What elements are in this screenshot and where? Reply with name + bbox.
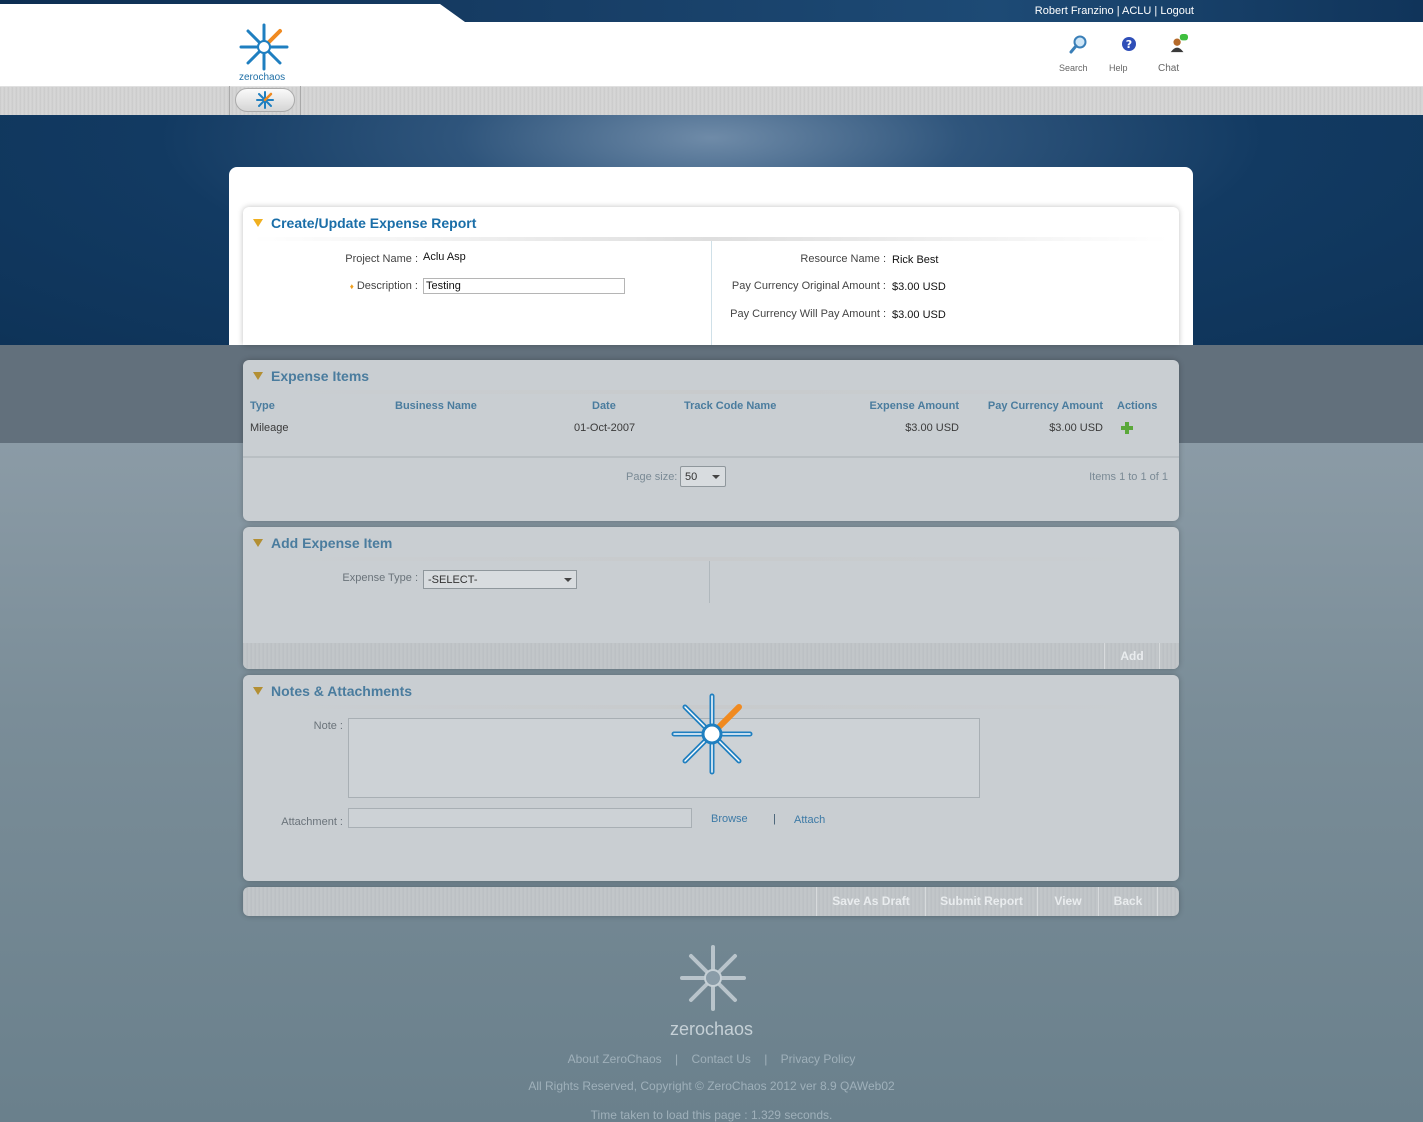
page-size-select[interactable]: 50	[680, 466, 726, 487]
search-label: Search	[1059, 63, 1088, 73]
report-panel: Create/Update Expense Report Project Nam…	[243, 207, 1179, 345]
help-button[interactable]: ? Help	[1109, 34, 1149, 73]
chat-icon	[1170, 34, 1188, 53]
loading-spinner	[668, 690, 756, 778]
footer-copyright: All Rights Reserved, Copyright © ZeroCha…	[528, 1079, 895, 1093]
user-links: Robert Franzino | ACLU | Logout	[1034, 5, 1194, 17]
user-name-link[interactable]: Robert Franzino	[1035, 5, 1114, 17]
home-pill	[235, 88, 295, 112]
home-icon	[256, 91, 274, 109]
note-textarea[interactable]	[348, 718, 980, 798]
description-input[interactable]: Testing	[423, 278, 625, 294]
home-button[interactable]	[229, 86, 301, 115]
resource-name-label: Resource Name :	[800, 253, 886, 265]
add-expense-panel: Add Expense Item Expense Type : -SELECT-…	[243, 527, 1179, 669]
back-button[interactable]: Back	[1098, 887, 1158, 916]
panel-divider	[253, 390, 1169, 394]
col-business-name[interactable]: Business Name	[395, 400, 477, 412]
add-row-icon[interactable]	[1121, 422, 1133, 434]
pager-divider	[243, 456, 1179, 458]
footer-logo-icon	[680, 945, 746, 1011]
nav-bar	[0, 86, 1423, 116]
report-panel-title[interactable]: Create/Update Expense Report	[253, 215, 476, 231]
collapse-triangle-icon	[253, 219, 263, 227]
col-track-code[interactable]: Track Code Name	[684, 400, 776, 412]
zerochaos-logo[interactable]: zerochaos	[236, 22, 292, 84]
collapse-triangle-icon	[253, 687, 263, 695]
footer-load-time: Time taken to load this page : 1.329 sec…	[590, 1108, 833, 1122]
help-icon: ?	[1122, 37, 1136, 51]
col-type[interactable]: Type	[250, 400, 275, 412]
header	[0, 22, 1423, 86]
col-pay-currency-amount[interactable]: Pay Currency Amount	[973, 400, 1103, 412]
add-button[interactable]: Add	[1104, 643, 1160, 669]
note-label: Note :	[313, 720, 343, 732]
action-bar: Save As Draft Submit Report View Back	[243, 887, 1179, 916]
column-divider	[709, 561, 710, 603]
project-name-value: Aclu Asp	[423, 251, 466, 263]
chat-button[interactable]: Chat	[1158, 34, 1198, 74]
header-tab-shape	[0, 4, 465, 22]
description-label: ♦ Description :	[349, 280, 418, 292]
col-actions: Actions	[1117, 400, 1158, 412]
expense-items-title[interactable]: Expense Items	[253, 368, 369, 384]
search-icon	[1069, 35, 1087, 54]
expense-items-panel: Expense Items Type Business Name Date Tr…	[243, 360, 1179, 521]
page-size-label: Page size:	[626, 471, 678, 483]
row-type: Mileage	[250, 422, 289, 434]
about-link[interactable]: About ZeroChaos	[568, 1052, 662, 1066]
project-name-label: Project Name :	[345, 253, 418, 265]
row-date: 01-Oct-2007	[574, 422, 636, 434]
will-pay-value: $3.00 USD	[892, 309, 946, 321]
footer-logo	[670, 944, 756, 1014]
loading-spinner-icon	[671, 693, 753, 775]
row-pay-amount: $3.00 USD	[1049, 422, 1103, 434]
save-draft-button[interactable]: Save As Draft	[816, 887, 925, 916]
chevron-down-icon	[712, 475, 720, 479]
search-button[interactable]: Search	[1059, 34, 1099, 73]
svg-text:?: ?	[1126, 38, 1132, 51]
attach-link[interactable]: Attach	[794, 814, 825, 826]
logout-link[interactable]: Logout	[1160, 5, 1194, 17]
expense-type-select[interactable]: -SELECT-	[423, 570, 577, 589]
footer-wordmark: zerochaos	[669, 1019, 754, 1039]
zerochaos-logo-icon	[239, 23, 289, 71]
footer-links: About ZeroChaos | Contact Us | Privacy P…	[567, 1052, 856, 1066]
client-link[interactable]: ACLU	[1122, 5, 1151, 17]
contact-link[interactable]: Contact Us	[692, 1052, 751, 1066]
col-date[interactable]: Date	[592, 400, 616, 412]
original-amount-value: $3.00 USD	[892, 281, 946, 293]
link-separator: |	[773, 813, 776, 825]
logo-wordmark: zerochaos	[239, 72, 286, 83]
privacy-link[interactable]: Privacy Policy	[781, 1052, 856, 1066]
attachment-label: Attachment :	[281, 816, 343, 828]
col-expense-amount[interactable]: Expense Amount	[839, 400, 959, 412]
add-expense-title[interactable]: Add Expense Item	[253, 535, 392, 551]
help-label: Help	[1109, 63, 1128, 73]
row-expense-amount: $3.00 USD	[905, 422, 959, 434]
add-button-bar: Add	[243, 643, 1179, 669]
attachment-input[interactable]	[348, 808, 692, 828]
browse-link[interactable]: Browse	[711, 813, 748, 825]
panel-divider	[253, 557, 1169, 561]
will-pay-label: Pay Currency Will Pay Amount :	[730, 308, 886, 320]
submit-report-button[interactable]: Submit Report	[925, 887, 1037, 916]
notes-title[interactable]: Notes & Attachments	[253, 683, 412, 699]
resource-name-value: Rick Best	[892, 254, 939, 266]
required-marker-icon: ♦	[349, 282, 354, 291]
chevron-down-icon	[564, 578, 572, 582]
collapse-triangle-icon	[253, 539, 263, 547]
items-info: Items 1 to 1 of 1	[1089, 471, 1168, 483]
chat-label: Chat	[1158, 63, 1180, 74]
original-amount-label: Pay Currency Original Amount :	[731, 280, 886, 292]
expense-type-label: Expense Type :	[342, 572, 418, 584]
collapse-triangle-icon	[253, 372, 263, 380]
view-button[interactable]: View	[1037, 887, 1098, 916]
